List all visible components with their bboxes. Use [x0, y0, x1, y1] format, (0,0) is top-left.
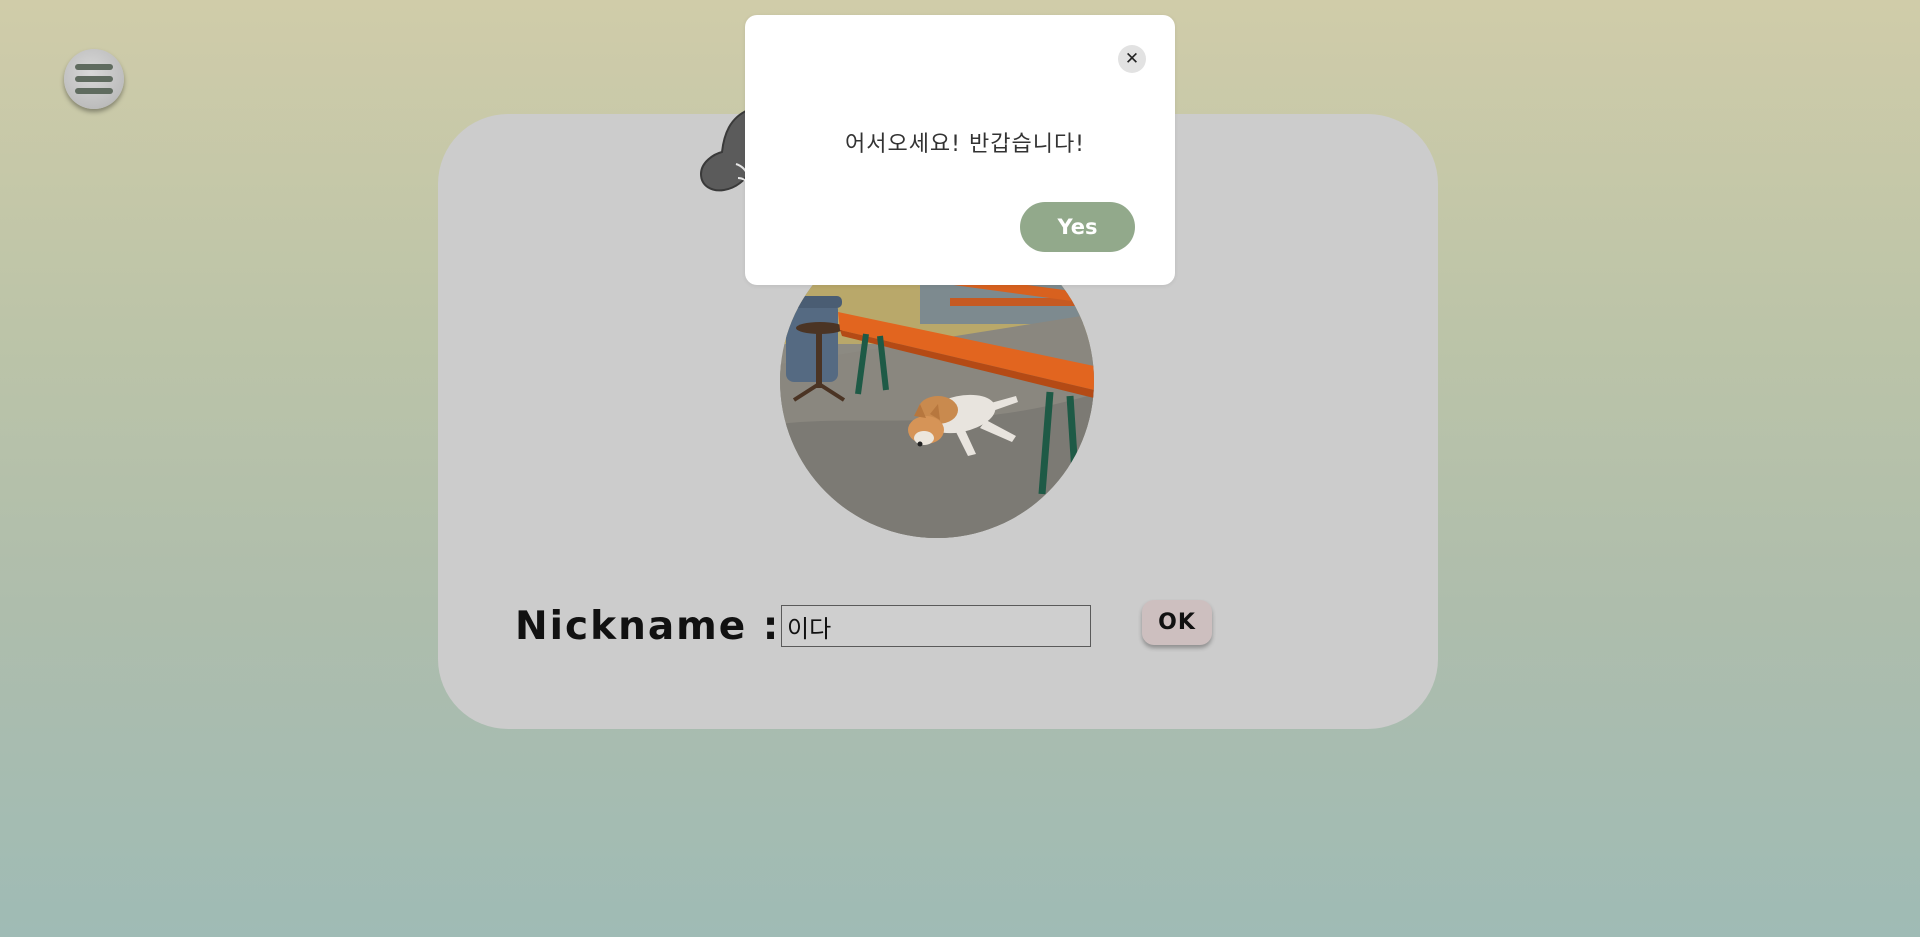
close-icon[interactable]: ✕: [1118, 45, 1146, 73]
dialog-message: 어서오세요! 반갑습니다!: [844, 132, 1086, 157]
nickname-label: Nickname :: [515, 604, 781, 649]
nickname-input[interactable]: [781, 605, 1091, 647]
ok-button[interactable]: OK: [1142, 600, 1212, 645]
yes-button[interactable]: Yes: [1020, 202, 1135, 252]
menu-button[interactable]: [64, 49, 124, 109]
welcome-dialog: ✕ 어서오세요! 반갑습니다! Yes: [745, 15, 1175, 285]
hamburger-menu-icon: [75, 64, 113, 94]
